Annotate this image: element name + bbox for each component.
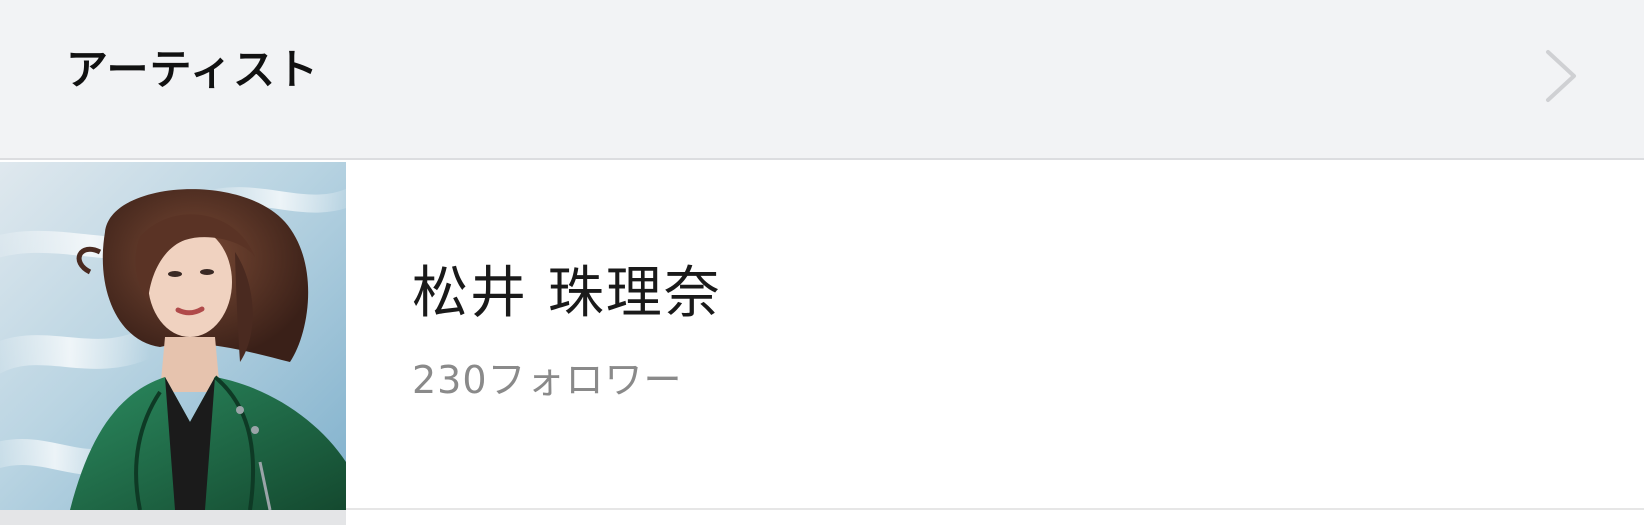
artist-section: アーティスト 松井 珠理奈 230フォロワー bbox=[0, 0, 1644, 525]
follower-count: 230フォロワー bbox=[412, 358, 683, 402]
artist-section-header[interactable]: アーティスト bbox=[0, 0, 1644, 160]
section-title: アーティスト bbox=[66, 45, 319, 94]
next-item-thumbnail-edge bbox=[0, 510, 346, 525]
artist-name: 松井 珠理奈 bbox=[412, 261, 722, 326]
artist-photo bbox=[0, 162, 346, 510]
next-list-item-edge bbox=[346, 510, 1644, 525]
chevron-right-icon bbox=[1546, 50, 1576, 102]
artist-list-item[interactable]: 松井 珠理奈 230フォロワー bbox=[0, 162, 1644, 510]
